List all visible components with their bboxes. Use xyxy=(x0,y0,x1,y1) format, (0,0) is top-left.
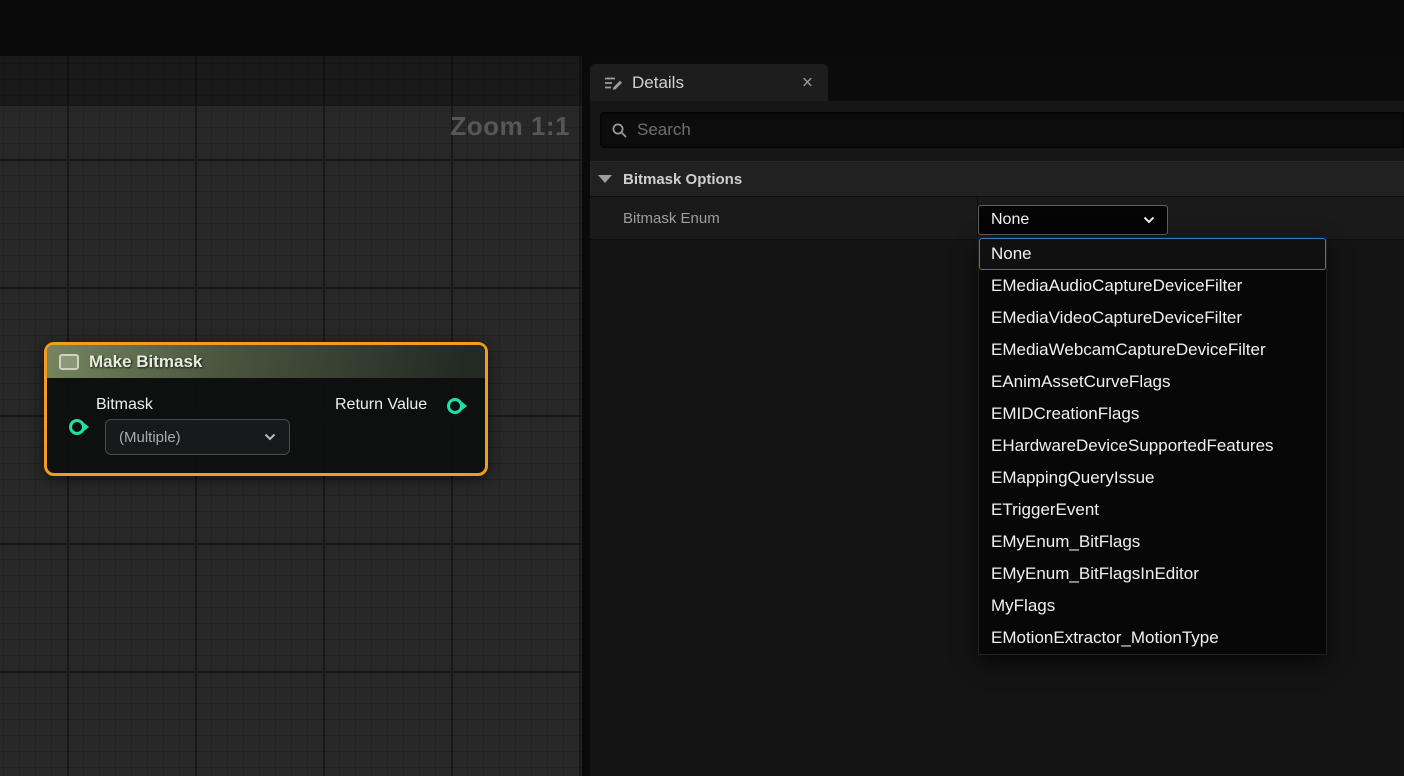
top-toolbar xyxy=(0,0,1404,56)
enum-option[interactable]: EHardwareDeviceSupportedFeatures xyxy=(979,430,1326,462)
chevron-down-icon xyxy=(1143,216,1155,224)
tab-bar: Details × xyxy=(590,56,1404,101)
property-label-cell: Bitmask Enum xyxy=(590,197,978,239)
search-icon xyxy=(611,122,628,139)
graph-canvas[interactable]: Zoom 1:1 Make Bitmask Bitmask (Multiple)… xyxy=(0,56,583,776)
enum-option[interactable]: MyFlags xyxy=(979,590,1326,622)
collapse-arrow-icon xyxy=(598,175,612,183)
enum-option[interactable]: EMediaWebcamCaptureDeviceFilter xyxy=(979,334,1326,366)
function-node-icon xyxy=(59,354,79,370)
enum-option[interactable]: EMappingQueryIssue xyxy=(979,462,1326,494)
bitmask-pin-label: Bitmask xyxy=(96,396,153,414)
section-bitmask-options[interactable]: Bitmask Options xyxy=(590,161,1404,197)
tab-details[interactable]: Details × xyxy=(590,64,828,101)
bitmask-enum-dropdown[interactable]: None xyxy=(978,205,1168,235)
panel-divider[interactable] xyxy=(582,56,590,776)
property-row-bitmask-enum: Bitmask Enum None xyxy=(590,197,1404,240)
enum-option[interactable]: EMyEnum_BitFlags xyxy=(979,526,1326,558)
enum-dropdown-list: NoneEMediaAudioCaptureDeviceFilterEMedia… xyxy=(978,237,1327,655)
search-input[interactable] xyxy=(637,113,1403,147)
close-tab-button[interactable]: × xyxy=(802,73,813,92)
bitmask-value-dropdown[interactable]: (Multiple) xyxy=(105,419,290,455)
details-panel: Details × Bitmask Options Bitmask Enum N… xyxy=(590,56,1404,776)
graph-top-shade xyxy=(0,56,583,106)
dropdown-selected-value: None xyxy=(991,211,1029,229)
node-header[interactable]: Make Bitmask xyxy=(47,345,485,378)
enum-option[interactable]: EMediaVideoCaptureDeviceFilter xyxy=(979,302,1326,334)
search-bar-row xyxy=(590,101,1404,161)
enum-option[interactable]: ETriggerEvent xyxy=(979,494,1326,526)
property-label: Bitmask Enum xyxy=(623,210,720,227)
make-bitmask-node[interactable]: Make Bitmask Bitmask (Multiple) Return V… xyxy=(44,342,488,476)
bitmask-input-pin[interactable] xyxy=(69,419,85,435)
enum-option[interactable]: EMotionExtractor_MotionType xyxy=(979,622,1326,654)
search-box xyxy=(600,112,1404,148)
node-title: Make Bitmask xyxy=(89,352,202,372)
return-value-pin-label: Return Value xyxy=(335,396,427,414)
enum-option[interactable]: EAnimAssetCurveFlags xyxy=(979,366,1326,398)
return-value-output-pin[interactable] xyxy=(447,398,463,414)
enum-option[interactable]: EMIDCreationFlags xyxy=(979,398,1326,430)
enum-option[interactable]: EMyEnum_BitFlagsInEditor xyxy=(979,558,1326,590)
chevron-down-icon xyxy=(264,433,276,441)
zoom-level-label: Zoom 1:1 xyxy=(450,111,570,142)
details-icon xyxy=(603,74,623,92)
bitmask-value: (Multiple) xyxy=(119,429,181,446)
tab-title: Details xyxy=(632,73,684,93)
enum-option[interactable]: EMediaAudioCaptureDeviceFilter xyxy=(979,270,1326,302)
enum-option[interactable]: None xyxy=(979,238,1326,270)
section-title: Bitmask Options xyxy=(623,171,742,188)
property-value-cell: None xyxy=(978,197,1404,239)
